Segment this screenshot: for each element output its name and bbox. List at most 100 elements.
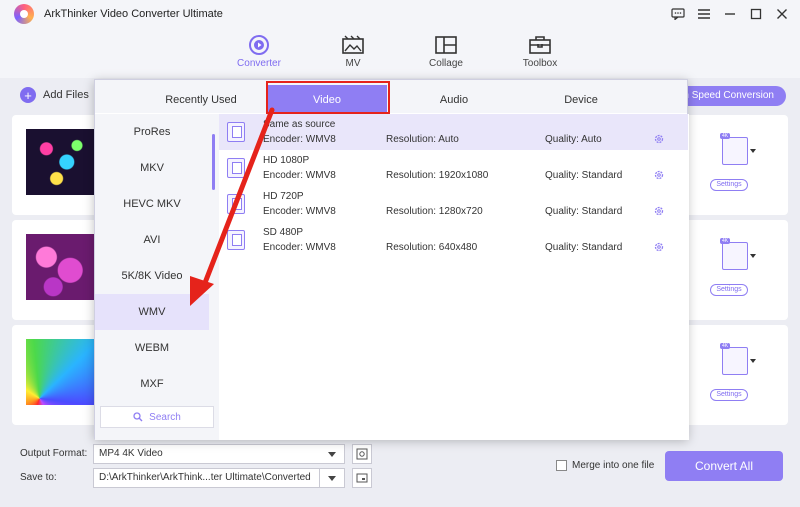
save-to-path: D:\ArkThinker\ArkThink...ter Ultimate\Co… [99, 472, 311, 483]
minimize-icon[interactable] [720, 4, 740, 24]
settings-button[interactable]: Settings [710, 284, 748, 296]
format-item-wmv[interactable]: WMV [95, 294, 209, 330]
format-badge: 4K [720, 133, 731, 139]
maximize-icon[interactable] [746, 4, 766, 24]
merge-checkbox[interactable] [556, 460, 567, 471]
settings-button[interactable]: Settings [710, 179, 748, 191]
nav-collage-label: Collage [429, 58, 463, 69]
nav-converter-label: Converter [237, 58, 281, 69]
preset-row[interactable]: HD 1080P Encoder: WMV8 Resolution: 1920x… [219, 150, 688, 186]
chevron-down-icon[interactable] [750, 359, 756, 363]
nav-converter[interactable]: Converter [219, 32, 299, 69]
output-format-icon[interactable]: 4K [720, 343, 748, 375]
mv-icon [313, 32, 393, 58]
preset-quality: Quality: Standard [545, 242, 623, 253]
format-badge: 4K [720, 343, 731, 349]
output-format-select[interactable]: MP4 4K Video [93, 444, 345, 464]
video-thumbnail[interactable] [26, 339, 94, 405]
video-thumbnail[interactable] [26, 234, 94, 300]
format-item-hevc-mkv[interactable]: HEVC MKV [95, 186, 209, 222]
preset-quality: Quality: Standard [545, 206, 623, 217]
preset-video-icon [227, 122, 245, 142]
window-controls [668, 4, 792, 24]
preset-list: Same as source Encoder: WMV8 Resolution:… [219, 114, 689, 440]
close-icon[interactable] [772, 4, 792, 24]
toolbox-icon [500, 32, 580, 58]
chevron-down-icon [328, 476, 336, 481]
plus-icon: + [20, 87, 36, 103]
output-format-label: Output Format: [20, 448, 88, 459]
divider [319, 469, 320, 487]
preset-quality: Quality: Standard [545, 170, 623, 181]
format-list: ProRes MKV HEVC MKV AVI 5K/8K Video WMV … [95, 114, 219, 440]
preset-row[interactable]: HD 720P Encoder: WMV8 Resolution: 1280x7… [219, 186, 688, 222]
converter-icon [219, 32, 299, 58]
search-icon [133, 412, 143, 422]
format-item-mxf[interactable]: MXF [95, 366, 209, 402]
search-label: Search [149, 411, 181, 423]
preset-name: HD 720P [263, 191, 304, 202]
merge-label: Merge into one file [572, 460, 655, 471]
chevron-down-icon[interactable] [750, 254, 756, 258]
format-list-scrollbar[interactable] [212, 134, 215, 190]
preset-resolution: Resolution: Auto [386, 134, 459, 145]
preset-video-icon [227, 194, 245, 214]
save-to-label: Save to: [20, 472, 57, 483]
open-folder-icon[interactable] [352, 468, 372, 488]
collage-icon [406, 32, 486, 58]
gear-icon[interactable] [653, 133, 665, 145]
gear-icon[interactable] [653, 205, 665, 217]
chevron-down-icon[interactable] [750, 149, 756, 153]
format-search-button[interactable]: Search [100, 406, 214, 428]
format-item-webm[interactable]: WEBM [95, 330, 209, 366]
preset-name: SD 480P [263, 227, 304, 238]
add-files-label: Add Files [43, 89, 89, 101]
tab-device[interactable]: Device [521, 80, 641, 113]
gear-icon[interactable] [653, 241, 665, 253]
nav-mv[interactable]: MV [313, 32, 393, 69]
video-thumbnail[interactable] [26, 129, 94, 195]
chevron-down-icon [328, 452, 336, 457]
format-settings-icon[interactable] [352, 444, 372, 464]
title-bar: ArkThinker Video Converter Ultimate [0, 0, 800, 28]
add-files-button[interactable]: + Add Files [20, 87, 89, 103]
preset-name: HD 1080P [263, 155, 310, 166]
tab-recently-used[interactable]: Recently Used [141, 80, 261, 113]
preset-video-icon [227, 158, 245, 178]
format-item-mkv[interactable]: MKV [95, 150, 209, 186]
preset-resolution: Resolution: 640x480 [386, 242, 478, 253]
bottom-bar: Output Format: MP4 4K Video Save to: D:\… [0, 432, 800, 507]
preset-quality: Quality: Auto [545, 134, 602, 145]
format-tabs: Recently Used Video Audio Device [95, 80, 687, 114]
preset-encoder: Encoder: WMV8 [263, 134, 336, 145]
format-badge: 4K [720, 238, 731, 244]
settings-button[interactable]: Settings [710, 389, 748, 401]
output-format-value: MP4 4K Video [99, 448, 163, 459]
app-title: ArkThinker Video Converter Ultimate [44, 8, 223, 20]
gear-icon[interactable] [653, 169, 665, 181]
menu-icon[interactable] [694, 4, 714, 24]
preset-resolution: Resolution: 1280x720 [386, 206, 483, 217]
tab-audio[interactable]: Audio [394, 80, 514, 113]
nav-toolbox[interactable]: Toolbox [500, 32, 580, 69]
merge-option[interactable]: Merge into one file [556, 460, 654, 471]
convert-all-button[interactable]: Convert All [665, 451, 783, 481]
output-format-icon[interactable]: 4K [720, 133, 748, 165]
preset-video-icon [227, 230, 245, 250]
nav-mv-label: MV [345, 58, 361, 69]
preset-encoder: Encoder: WMV8 [263, 170, 336, 181]
preset-name: Same as source [263, 119, 336, 130]
format-item-prores[interactable]: ProRes [95, 114, 209, 150]
nav-collage[interactable]: Collage [406, 32, 486, 69]
format-item-5k-8k-video[interactable]: 5K/8K Video [95, 258, 209, 294]
format-popup: Recently Used Video Audio Device ProRes … [94, 79, 689, 440]
main-nav: Converter MV Collage Toolbox [0, 28, 800, 78]
save-to-select[interactable]: D:\ArkThinker\ArkThink...ter Ultimate\Co… [93, 468, 345, 488]
nav-toolbox-label: Toolbox [522, 58, 558, 69]
output-format-icon[interactable]: 4K [720, 238, 748, 270]
preset-row[interactable]: SD 480P Encoder: WMV8 Resolution: 640x48… [219, 222, 688, 258]
preset-row[interactable]: Same as source Encoder: WMV8 Resolution:… [219, 114, 688, 150]
format-item-avi[interactable]: AVI [95, 222, 209, 258]
preset-encoder: Encoder: WMV8 [263, 206, 336, 217]
chat-icon[interactable] [668, 4, 688, 24]
